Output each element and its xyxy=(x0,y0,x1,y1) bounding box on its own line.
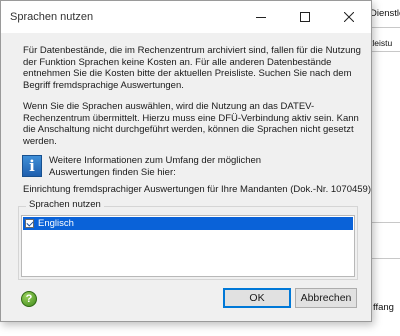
language-item-englisch[interactable]: Englisch xyxy=(23,217,353,230)
dialog-title: Sprachen nutzen xyxy=(10,11,94,23)
language-item-label: Englisch xyxy=(38,218,74,229)
minimize-button[interactable] xyxy=(239,1,283,33)
close-button[interactable] xyxy=(327,1,371,33)
further-info-line-2: Auswertungen finden Sie hier: xyxy=(49,166,176,178)
info-icon: i xyxy=(22,155,42,177)
sprachen-dialog: Sprachen nutzen Für Datenbestände, die i… xyxy=(0,0,372,322)
background-divider xyxy=(372,222,400,223)
cancel-button[interactable]: Abbrechen xyxy=(295,288,357,308)
ok-button[interactable]: OK xyxy=(223,288,291,308)
background-divider xyxy=(372,258,400,259)
languages-group-label: Sprachen nutzen xyxy=(26,199,104,210)
background-divider xyxy=(372,51,400,52)
minimize-icon xyxy=(256,17,266,18)
further-info-text: Weitere Informationen zum Umfang der mög… xyxy=(49,155,261,178)
background-text-2: tleistu xyxy=(370,38,393,48)
transmission-info-text: Wenn Sie die Sprachen auswählen, wird di… xyxy=(23,101,359,147)
close-icon xyxy=(344,12,354,22)
language-checkbox[interactable] xyxy=(25,219,34,228)
maximize-button[interactable] xyxy=(283,1,327,33)
help-button[interactable]: ? xyxy=(21,291,37,307)
background-divider xyxy=(372,27,400,28)
documentation-link[interactable]: Einrichtung fremdsprachiger Auswertungen… xyxy=(23,184,371,195)
title-bar[interactable]: Sprachen nutzen xyxy=(1,1,371,33)
maximize-icon xyxy=(300,12,310,22)
background-text-3: ffang xyxy=(373,302,394,313)
background-text-1: Dienstle xyxy=(370,8,400,19)
further-info-line-1: Weitere Informationen zum Umfang der mög… xyxy=(49,155,262,166)
languages-listbox[interactable]: Englisch xyxy=(21,215,355,277)
cost-info-text: Für Datenbestände, die im Rechenzentrum … xyxy=(23,45,361,91)
